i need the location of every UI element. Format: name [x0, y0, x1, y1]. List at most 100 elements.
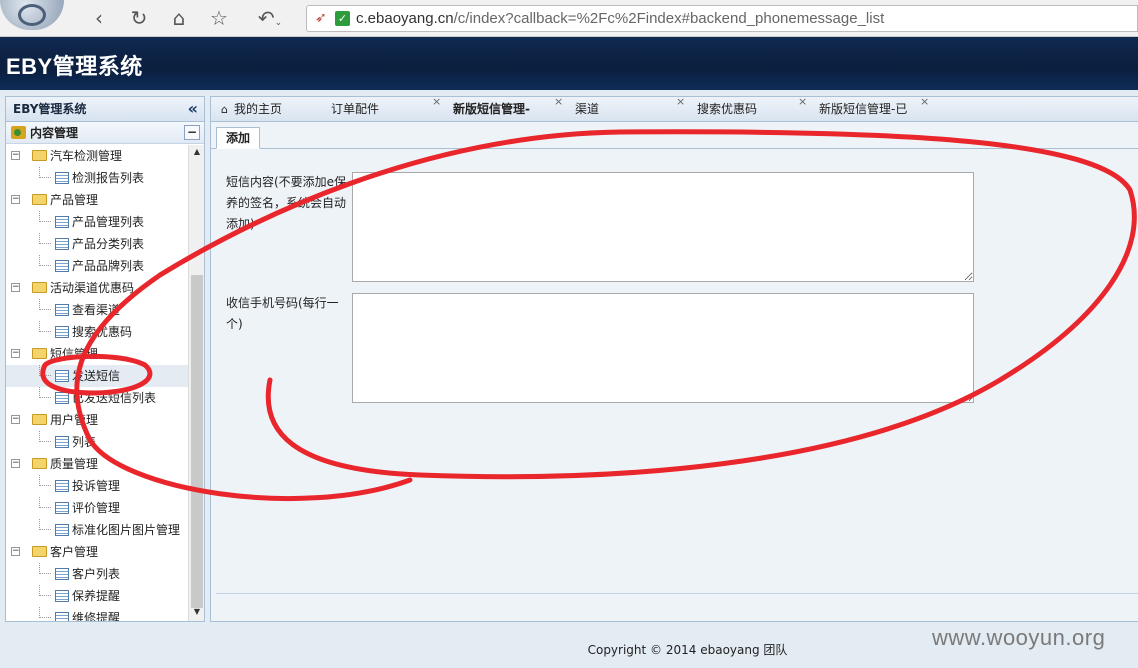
folder-icon — [32, 348, 47, 359]
tree-guide-line — [39, 585, 51, 596]
expand-toggle-icon[interactable]: − — [11, 195, 20, 204]
collapse-sidebar-icon[interactable]: « — [188, 97, 198, 121]
tree-label: 活动渠道优惠码 — [50, 281, 135, 295]
close-tab-icon[interactable]: × — [554, 95, 563, 108]
tab-label: 订单配件 — [331, 102, 380, 116]
tree-folder[interactable]: − 汽车检测管理 — [6, 145, 188, 167]
browser-toolbar: ‹ ↻ ⌂ ☆ ↶⌄ ➶ ✓ c.ebaoyang.cn/c/index?cal… — [0, 0, 1138, 37]
tree-label: 汽车检测管理 — [50, 149, 123, 163]
expand-toggle-icon[interactable]: − — [11, 283, 20, 292]
app-body: EBY管理系统 « 内容管理 − − 汽车检测管理检测报告列表 − 产品管理产品管理列… — [0, 90, 1138, 668]
tree-folder[interactable]: − 短信管理 — [6, 343, 188, 365]
scroll-down-icon[interactable]: ▼ — [189, 607, 205, 619]
folder-icon — [32, 150, 47, 161]
expand-toggle-icon[interactable]: − — [11, 349, 20, 358]
folder-icon — [32, 282, 47, 293]
tab-channel[interactable]: 渠道 — [575, 97, 599, 122]
tree-label: 用户管理 — [50, 413, 99, 427]
tree-leaf[interactable]: 标准化图片图片管理 — [6, 519, 188, 541]
sidebar-section-title: 内容管理 — [30, 126, 79, 140]
tree-leaf[interactable]: 保养提醒 — [6, 585, 188, 607]
tree-leaf[interactable]: 已发送短信列表 — [6, 387, 188, 409]
sms-content-textarea[interactable] — [352, 172, 974, 282]
list-page-icon — [55, 172, 69, 184]
tree-leaf[interactable]: 检测报告列表 — [6, 167, 188, 189]
url-text[interactable]: c.ebaoyang.cn/c/index?callback=%2Fc%2Fin… — [356, 10, 884, 27]
close-tab-icon[interactable]: × — [676, 95, 685, 108]
sidebar-scrollbar[interactable]: ▲ ▼ — [188, 145, 204, 621]
expand-toggle-icon[interactable]: − — [11, 459, 20, 468]
tree-leaf[interactable]: 评价管理 — [6, 497, 188, 519]
tree-folder[interactable]: − 质量管理 — [6, 453, 188, 475]
tree-folder[interactable]: − 活动渠道优惠码 — [6, 277, 188, 299]
phone-numbers-textarea[interactable] — [352, 293, 974, 403]
browser-logo[interactable] — [0, 0, 64, 30]
tab-label: 新版短信管理- — [453, 102, 530, 116]
expand-toggle-icon[interactable]: − — [11, 547, 20, 556]
tree-leaf[interactable]: 搜索优惠码 — [6, 321, 188, 343]
close-tab-icon[interactable]: × — [920, 95, 929, 108]
tree-folder[interactable]: − 产品管理 — [6, 189, 188, 211]
scrollbar-thumb[interactable] — [191, 275, 203, 608]
divider — [216, 593, 1138, 594]
tree-label: 产品品牌列表 — [72, 259, 145, 273]
tree-label: 检测报告列表 — [72, 171, 145, 185]
tree-leaf[interactable]: 产品分类列表 — [6, 233, 188, 255]
tab-label: 新版短信管理-已 — [819, 102, 908, 116]
sidebar-header: EBY管理系统 « — [6, 97, 204, 122]
tree-leaf[interactable]: 查看渠道 — [6, 299, 188, 321]
folder-icon — [32, 414, 47, 425]
list-page-icon — [55, 502, 69, 514]
url-domain: c.ebaoyang.cn — [356, 10, 454, 27]
tree-leaf[interactable]: 列表 — [6, 431, 188, 453]
tree-guide-line — [39, 519, 51, 530]
tree-guide-line — [39, 321, 51, 332]
tree-label: 维修提醒 — [72, 611, 121, 621]
tab-sms-management[interactable]: 新版短信管理- — [453, 97, 530, 122]
tree-leaf[interactable]: 发送短信 — [6, 365, 188, 387]
secure-check-icon: ✓ — [335, 11, 350, 26]
list-page-icon — [55, 590, 69, 602]
list-page-icon — [55, 392, 69, 404]
tree-leaf[interactable]: 维修提醒 — [6, 607, 188, 621]
tree-leaf[interactable]: 客户列表 — [6, 563, 188, 585]
tree-folder[interactable]: − 用户管理 — [6, 409, 188, 431]
tree-label: 搜索优惠码 — [72, 325, 133, 339]
tab-search-coupon[interactable]: 搜索优惠码 — [697, 97, 757, 122]
expand-toggle-icon[interactable]: − — [11, 151, 20, 160]
address-bar[interactable]: ➶ ✓ c.ebaoyang.cn/c/index?callback=%2Fc%… — [306, 5, 1138, 32]
tree-label: 产品管理列表 — [72, 215, 145, 229]
close-tab-icon[interactable]: × — [432, 95, 441, 108]
undo-dropdown-icon[interactable]: ↶⌄ — [250, 5, 290, 31]
menu-tree: − 汽车检测管理检测报告列表 − 产品管理产品管理列表产品分类列表产品品牌列表 − 活动渠… — [6, 145, 188, 621]
collapse-section-button[interactable]: − — [184, 125, 200, 140]
tree-label: 标准化图片图片管理 — [72, 523, 181, 537]
reload-icon[interactable]: ↻ — [125, 5, 153, 31]
tab-order-parts[interactable]: 订单配件 — [331, 97, 379, 122]
close-tab-icon[interactable]: × — [798, 95, 807, 108]
tab-sms-sent[interactable]: 新版短信管理-已 — [819, 97, 907, 122]
tree-guide-line — [39, 497, 51, 508]
tree-guide-line — [39, 299, 51, 310]
subtab-add[interactable]: 添加 — [216, 127, 261, 149]
home-icon[interactable]: ⌂ — [165, 5, 193, 31]
tree-folder[interactable]: − 客户管理 — [6, 541, 188, 563]
tree-label: 投诉管理 — [72, 479, 121, 493]
list-page-icon — [55, 260, 69, 272]
tree-leaf[interactable]: 投诉管理 — [6, 475, 188, 497]
tree-guide-line — [39, 233, 51, 244]
tree-label: 客户列表 — [72, 567, 121, 581]
tree-leaf[interactable]: 产品管理列表 — [6, 211, 188, 233]
tab-home[interactable]: ⌂ 我的主页 — [221, 97, 282, 122]
tree-leaf[interactable]: 产品品牌列表 — [6, 255, 188, 277]
expand-toggle-icon[interactable]: − — [11, 415, 20, 424]
scroll-up-icon[interactable]: ▲ — [189, 147, 205, 159]
sidebar-section-header[interactable]: 内容管理 − — [6, 122, 204, 144]
tree-guide-line — [39, 365, 51, 376]
star-icon[interactable]: ☆ — [205, 5, 233, 31]
tree-guide-line — [39, 167, 51, 178]
folder-icon — [32, 194, 47, 205]
list-page-icon — [55, 238, 69, 250]
list-page-icon — [55, 436, 69, 448]
back-icon[interactable]: ‹ — [85, 5, 113, 31]
